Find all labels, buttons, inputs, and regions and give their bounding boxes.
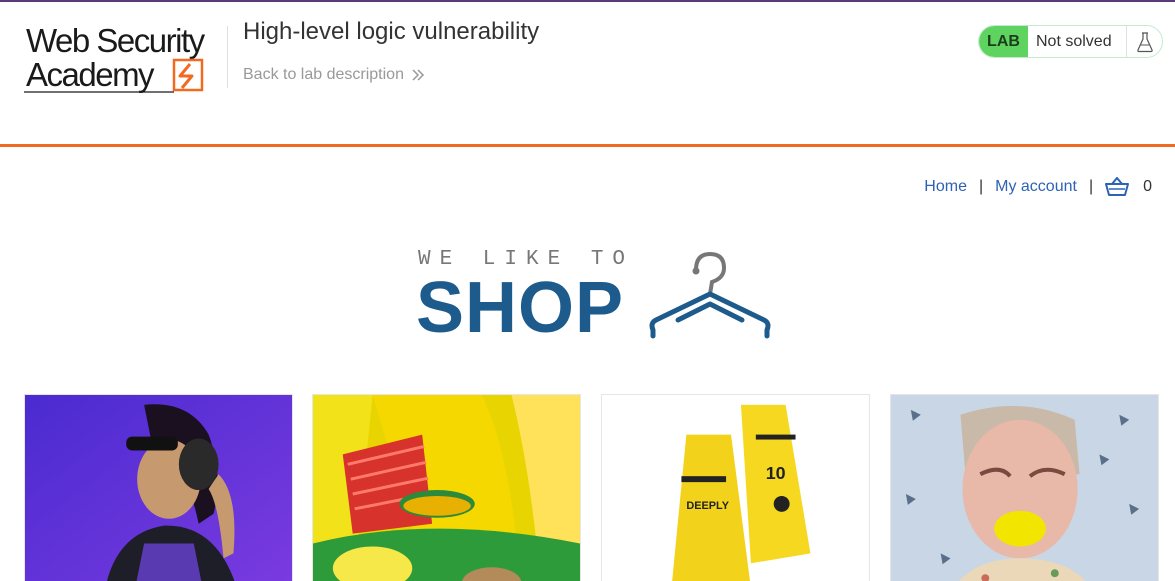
top-nav: Home | My account | 0 [924, 177, 1152, 197]
logo-line1: Web Security [26, 24, 206, 59]
inflatable-bouncy-castle-photo [313, 395, 580, 581]
man-biting-lemon-photo [891, 395, 1158, 581]
logo-divider [227, 26, 228, 88]
nav-home-link[interactable]: Home [924, 178, 967, 196]
product-card-bouncy-castle[interactable] [312, 394, 581, 581]
nav-my-account-link[interactable]: My account [995, 178, 1077, 196]
flask-icon [1127, 26, 1162, 57]
svg-text:DEEPLY: DEEPLY [686, 500, 729, 512]
woman-with-headphones-photo [25, 395, 292, 581]
lab-badge: LAB [979, 26, 1028, 57]
logo-line2: Academy [26, 56, 155, 93]
product-card-woman-headphones[interactable] [24, 394, 293, 581]
banner-shop-text: SHOP [416, 268, 625, 348]
academy-header: Web Security Academy High-level logic vu… [0, 2, 1175, 145]
product-card-lemon-man[interactable] [890, 394, 1159, 581]
web-security-academy-logo[interactable]: Web Security Academy [24, 24, 224, 98]
back-link-label: Back to lab description [243, 66, 404, 83]
we-like-to-shop-banner: WE LIKE TO SHOP [416, 248, 772, 344]
back-to-lab-description-link[interactable]: Back to lab description [243, 66, 426, 84]
nav-separator: | [978, 178, 984, 195]
product-card-caution-signs[interactable]: DEEPLY 10 [601, 394, 870, 581]
cart-link[interactable]: 0 [1105, 177, 1152, 197]
lab-status-widget[interactable]: LAB Not solved [978, 25, 1163, 58]
lab-status-text: Not solved [1028, 26, 1127, 57]
double-chevron-right-icon [412, 69, 425, 81]
yellow-caution-signs-photo: DEEPLY 10 [602, 395, 869, 581]
nav-separator: | [1088, 178, 1094, 195]
lab-title: High-level logic vulnerability [243, 18, 540, 45]
svg-text:10: 10 [766, 463, 786, 483]
shopping-basket-icon [1105, 177, 1130, 196]
product-grid: DEEPLY 10 [24, 394, 1159, 581]
clothes-hanger-icon [649, 251, 771, 339]
cart-count: 0 [1143, 178, 1152, 195]
header-divider [0, 144, 1175, 147]
